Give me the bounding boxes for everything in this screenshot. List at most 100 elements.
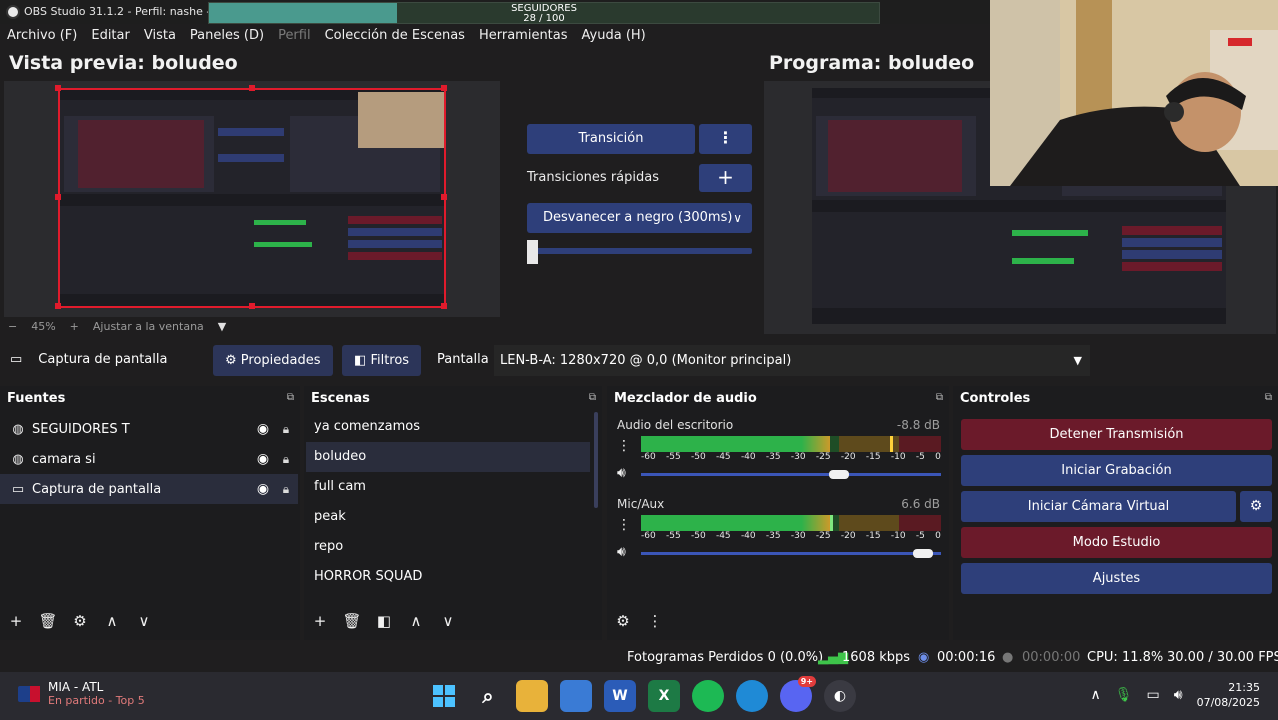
transition-select[interactable]: Desvanecer a negro (300ms) ∨ [527,203,752,233]
sports-widget[interactable]: MIA - ATL En partido - Top 5 [18,680,145,708]
windows-start-icon[interactable] [428,680,460,712]
channel-menu-icon[interactable]: ⋮ [617,438,631,454]
move-up-icon[interactable]: ∧ [96,612,128,630]
meter-ticks: -60 -55 -50 -45 -40 -35 -30 -25 -20 -15 -10 -5 0 [641,452,941,462]
move-down-icon[interactable]: ∨ [128,612,160,630]
start-recording-button[interactable]: Iniciar Grabación [961,455,1272,486]
eye-icon[interactable]: ◉ [252,451,274,467]
properties-button[interactable]: ⚙ Propiedades [213,345,333,376]
undock-icon[interactable]: ⧉ [589,392,596,403]
dropped-frames: Fotogramas Perdidos 0 (0.0%) [627,650,824,665]
add-quick-transition-button[interactable]: + [699,164,752,192]
scene-item[interactable]: boludeo [306,442,590,472]
add-source-icon[interactable]: + [0,612,32,630]
resize-handle[interactable] [441,194,447,200]
discord-badge: 9+ [797,676,816,687]
mixer-menu-icon[interactable]: ⋮ [639,612,671,630]
source-item[interactable]: ◍ SEGUIDORES T ◉ 🔒︎ [0,414,298,444]
scene-item[interactable]: peak [306,502,590,532]
preview-source-capture[interactable] [58,88,446,308]
volume-slider-handle[interactable] [912,549,933,558]
virtual-camera-button[interactable]: Iniciar Cámara Virtual [961,491,1236,522]
move-down-icon[interactable]: ∨ [432,612,464,630]
menu-vista[interactable]: Vista [137,26,183,48]
resize-handle[interactable] [441,85,447,91]
remove-scene-icon[interactable]: 🗑︎ [336,612,368,630]
lock-icon[interactable]: 🔒︎ [274,452,298,467]
word-icon[interactable]: W [604,680,636,712]
scene-item[interactable]: HORROR SQUAD [306,562,590,592]
volume-slider[interactable] [641,470,941,479]
menu-paneles[interactable]: Paneles (D) [183,26,271,48]
monitor-select[interactable]: LEN-B-A: 1280x720 @ 0,0 (Monitor princip… [494,345,1090,376]
record-time: 00:00:00 [1022,650,1081,665]
studio-mode-button[interactable]: Modo Estudio [961,527,1272,558]
file-explorer-icon[interactable] [516,680,548,712]
microphone-icon[interactable]: 🎙︎ [1115,687,1133,703]
menu-coleccion-escenas[interactable]: Colección de Escenas [318,26,472,48]
gear-icon[interactable]: ⚙ [1240,491,1272,522]
spotify-icon[interactable] [692,680,724,712]
settings-button[interactable]: Ajustes [961,563,1272,594]
advanced-audio-icon[interactable]: ⚙ [607,612,639,630]
zoom-dropdown-icon[interactable]: ▼ [218,320,226,333]
source-properties-icon[interactable]: ⚙ [64,612,96,630]
zoom-in-icon[interactable]: + [70,320,79,333]
filters-button[interactable]: ◧ Filtros [342,345,422,376]
speaker-icon[interactable]: 🔊︎ [617,544,626,560]
menu-archivo[interactable]: Archivo (F) [0,26,84,48]
menu-editar[interactable]: Editar [84,26,137,48]
network-icon[interactable]: ▭ [1147,687,1160,703]
clock[interactable]: 21:35 07/08/2025 [1197,680,1260,710]
store-icon[interactable] [560,680,592,712]
chevron-down-icon: ▼ [1073,354,1082,367]
resize-handle[interactable] [55,85,61,91]
speaker-icon[interactable]: 🔊︎ [617,465,626,481]
volume-slider-handle[interactable] [828,470,849,479]
menu-ayuda[interactable]: Ayuda (H) [575,26,653,48]
resize-handle[interactable] [441,303,447,309]
eye-icon[interactable]: ◉ [252,421,274,437]
fit-window-button[interactable]: Ajustar a la ventana [93,320,204,333]
obs-taskbar-icon[interactable]: ◐ [824,680,856,712]
source-item[interactable]: ▭ Captura de pantalla ◉ 🔒︎ [0,474,298,504]
volume-slider[interactable] [641,549,941,558]
scene-item[interactable]: ya comenzamos [306,412,590,442]
channel-menu-icon[interactable]: ⋮ [617,517,631,533]
edge-icon[interactable] [736,680,768,712]
discord-icon[interactable]: 9+ [780,676,816,712]
scene-item[interactable]: full cam [306,472,590,502]
resize-handle[interactable] [55,303,61,309]
transition-menu-button[interactable]: ⋮ [699,124,752,154]
undock-icon[interactable]: ⧉ [936,392,943,403]
remove-source-icon[interactable]: 🗑︎ [32,612,64,630]
lock-icon[interactable]: 🔒︎ [274,482,298,497]
eye-icon[interactable]: ◉ [252,481,274,497]
meter-tick-label: -60 [641,452,656,462]
volume-icon[interactable]: 🔊︎ [1174,687,1183,703]
scene-filter-icon[interactable]: ◧ [368,612,400,630]
meter-tick-label: -30 [790,452,806,462]
scene-item[interactable]: repo [306,532,590,562]
channel-name: Mic/Aux [617,497,665,511]
scenes-scrollbar[interactable] [594,412,598,508]
move-up-icon[interactable]: ∧ [400,612,432,630]
excel-icon[interactable]: X [648,680,680,712]
transition-button[interactable]: Transición [527,124,695,154]
menu-herramientas[interactable]: Herramientas [472,26,575,48]
resize-handle[interactable] [249,303,255,309]
add-scene-icon[interactable]: + [304,612,336,630]
search-icon[interactable]: ⌕ [472,680,504,712]
stop-stream-button[interactable]: Detener Transmisión [961,419,1272,450]
meter-tick-label: -15 [865,452,881,462]
undock-icon[interactable]: ⧉ [1265,392,1272,403]
zoom-out-icon[interactable]: − [8,320,17,333]
tbar-handle[interactable] [527,240,538,264]
chevron-up-icon[interactable]: ∧ [1091,687,1101,703]
source-item[interactable]: ◍ camara si ◉ 🔒︎ [0,444,298,474]
resize-handle[interactable] [55,194,61,200]
resize-handle[interactable] [249,85,255,91]
undock-icon[interactable]: ⧉ [287,392,294,403]
tbar-track[interactable] [527,248,752,254]
lock-icon[interactable]: 🔒︎ [274,422,298,437]
